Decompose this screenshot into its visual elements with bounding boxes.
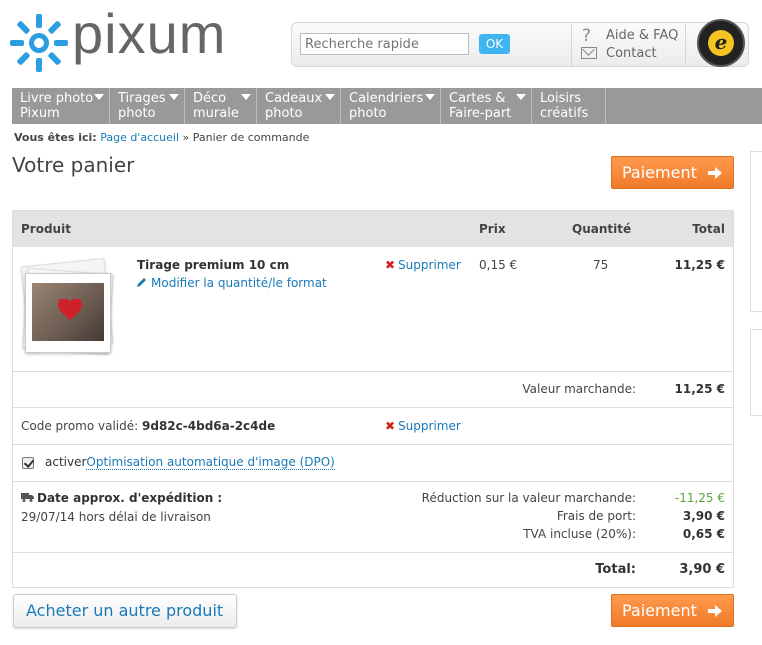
nav-label: murale: [193, 106, 239, 121]
nav-label: Pixum: [20, 106, 60, 121]
promo-code: 9d82c-4bd6a-2c4de: [142, 419, 276, 433]
nav-label: photo: [265, 106, 303, 121]
nav-item-livre-photo[interactable]: Livre photo Pixum: [12, 88, 110, 124]
chevron-down-icon: [169, 94, 179, 100]
product-photo: [32, 283, 104, 341]
promo-label: Code promo validé:: [21, 419, 139, 433]
cart-table: Produit Prix Quantité Total Tirage premi…: [12, 210, 734, 588]
search-ok-button[interactable]: OK: [479, 34, 510, 54]
breadcrumb: Vous êtes ici: Page d'accueil » Panier d…: [14, 131, 309, 144]
nav-label: créatifs: [540, 106, 589, 121]
header-divider: [685, 24, 686, 66]
nav-item-cartes[interactable]: Cartes & Faire-part: [441, 88, 532, 124]
breadcrumb-home-link[interactable]: Page d'accueil: [100, 131, 179, 144]
checkout-label: Paiement: [622, 163, 697, 182]
page-title: Votre panier: [12, 153, 135, 177]
chevron-down-icon: [325, 94, 335, 100]
item-quantity: 75: [593, 258, 609, 272]
header-total: Total: [692, 222, 725, 236]
side-panel-edge: [750, 151, 762, 312]
breadcrumb-separator: »: [182, 131, 190, 144]
subtotal-value: 11,25 €: [674, 382, 725, 396]
envelope-icon: [581, 47, 597, 59]
edit-quantity-link[interactable]: Modifier la quantité/le format: [137, 276, 327, 290]
breadcrumb-label: Vous êtes ici:: [14, 131, 97, 144]
dpo-checkbox[interactable]: [22, 457, 34, 469]
nav-label: photo: [349, 106, 387, 121]
nav-label: Faire-part: [449, 106, 512, 121]
shipping-fee-label: Frais de port:: [556, 509, 636, 523]
chevron-down-icon: [94, 94, 104, 100]
product-thumbnail[interactable]: [25, 273, 111, 353]
nav-item-loisirs[interactable]: Loisirs créatifs: [532, 88, 606, 124]
nav-item-deco[interactable]: Déco murale: [185, 88, 257, 124]
pixum-logo[interactable]: pixum: [10, 6, 240, 72]
vat-label: TVA incluse (20%):: [523, 527, 636, 541]
close-icon: ✖: [385, 419, 396, 433]
shipping-date-label: Date approx. d'expédition :: [37, 491, 223, 505]
help-faq-link[interactable]: Aide & FAQ: [606, 28, 678, 43]
header-divider: [571, 24, 572, 66]
side-panel-edge: [750, 329, 762, 416]
header-price: Prix: [479, 222, 506, 236]
row-divider: [13, 552, 733, 553]
row-divider: [13, 444, 733, 445]
dpo-row: activerOptimisation automatique d'image …: [45, 455, 335, 470]
pencil-icon: [137, 278, 146, 287]
dpo-prefix: activer: [45, 455, 87, 469]
arrow-right-icon: [708, 167, 722, 179]
discount-value: -11,25 €: [674, 491, 725, 505]
row-divider: [13, 481, 733, 482]
search-input[interactable]: [300, 33, 469, 55]
delete-item-button[interactable]: ✖ Supprimer: [385, 258, 461, 272]
total-value: 3,90 €: [679, 562, 725, 577]
close-icon: ✖: [385, 258, 396, 272]
brand-wordmark: pixum: [72, 2, 227, 65]
row-divider: [13, 371, 733, 372]
edit-link-label: Modifier la quantité/le format: [151, 276, 327, 290]
buy-another-product-button[interactable]: Acheter un autre produit: [13, 594, 237, 628]
delete-promo-button[interactable]: ✖ Supprimer: [385, 419, 461, 433]
question-icon: ?: [582, 26, 592, 46]
item-total: 11,25 €: [674, 258, 725, 272]
vat-value: 0,65 €: [682, 527, 725, 541]
total-label: Total:: [595, 562, 636, 577]
shipping-fee-value: 3,90 €: [682, 509, 725, 523]
sun-logo-icon: [10, 14, 68, 72]
discount-label: Réduction sur la valeur marchande:: [421, 491, 636, 505]
subtotal-label: Valeur marchande:: [522, 382, 636, 396]
nav-item-tirages[interactable]: Tirages photo: [110, 88, 185, 124]
trust-badge-letter: e: [708, 30, 734, 56]
shipping-date-value: 29/07/14 hors délai de livraison: [21, 510, 211, 524]
chevron-down-icon: [516, 94, 526, 100]
delete-label: Supprimer: [398, 419, 461, 433]
checkout-button-top[interactable]: Paiement: [611, 156, 734, 189]
trusted-shops-badge[interactable]: e: [697, 19, 745, 67]
row-divider: [13, 407, 733, 408]
truck-icon: [21, 493, 34, 502]
header-product: Produit: [21, 222, 71, 236]
delete-label: Supprimer: [398, 258, 461, 272]
breadcrumb-current: Panier de commande: [192, 131, 310, 144]
contact-link[interactable]: Contact: [606, 46, 657, 61]
promo-row: Code promo validé: 9d82c-4bd6a-2c4de: [21, 419, 275, 433]
nav-label: photo: [118, 106, 156, 121]
nav-label: Loisirs: [540, 91, 582, 106]
header-quantity: Quantité: [572, 222, 632, 236]
main-nav: Livre photo Pixum Tirages photo Déco mur…: [12, 88, 762, 124]
heart-image: [58, 299, 82, 320]
nav-item-calendriers[interactable]: Calendriers photo: [341, 88, 441, 124]
arrow-right-icon: [708, 605, 722, 617]
item-price: 0,15 €: [479, 258, 518, 272]
chevron-down-icon: [425, 94, 435, 100]
cart-header-row: Produit Prix Quantité Total: [13, 211, 733, 247]
dpo-link[interactable]: Optimisation automatique d'image (DPO): [86, 455, 335, 470]
chevron-down-icon: [241, 94, 251, 100]
product-name: Tirage premium 10 cm: [137, 258, 290, 272]
checkout-label: Paiement: [622, 601, 697, 620]
checkout-button-bottom[interactable]: Paiement: [611, 594, 734, 627]
nav-item-cadeaux[interactable]: Cadeaux photo: [257, 88, 341, 124]
